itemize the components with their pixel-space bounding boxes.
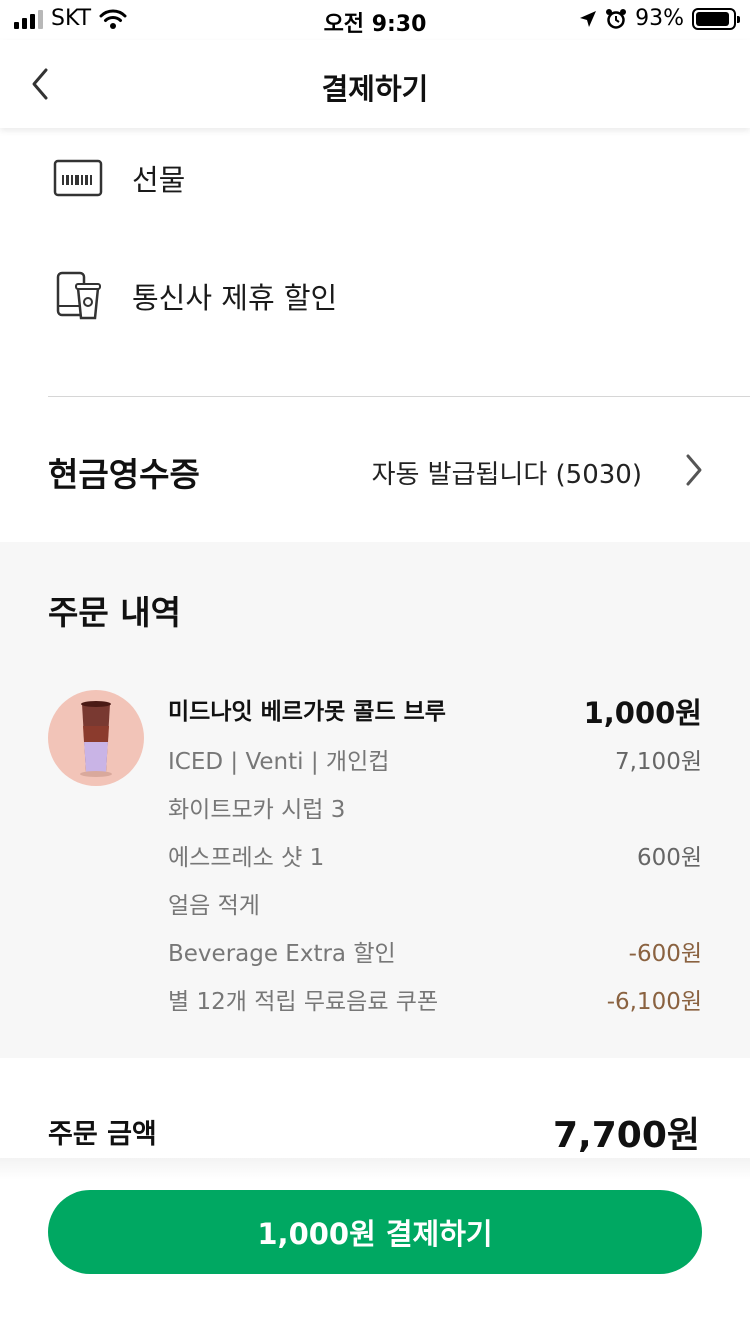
- total-label: 주문 금액: [48, 1119, 157, 1150]
- discount-amount: -600원: [628, 941, 702, 967]
- status-bar: SKT 오전 9:30 93%: [0, 0, 750, 40]
- order-section: 주문 내역 미드나잇 베르가못 콜드 브루 1,000원 ICED | Vent…: [0, 542, 750, 1058]
- alarm-icon: [606, 8, 627, 29]
- option-carrier-label: 통신사 제휴 할인: [132, 281, 338, 315]
- option-gift-label: 선물: [132, 163, 186, 197]
- detail-label: 화이트모카 시럽 3: [168, 797, 346, 823]
- pay-button[interactable]: 1,000원 결제하기: [48, 1190, 702, 1274]
- item-price: 1,000원: [583, 696, 702, 730]
- phone-cup-icon: [48, 266, 108, 326]
- drink-thumbnail: [48, 690, 144, 786]
- option-gift[interactable]: 선물: [48, 138, 708, 218]
- item-name: 미드나잇 베르가못 콜드 브루: [168, 699, 446, 725]
- option-carrier-discount[interactable]: 통신사 제휴 할인: [48, 256, 708, 336]
- order-item: 미드나잇 베르가못 콜드 브루 1,000원 ICED | Venti | 개인…: [168, 686, 702, 1022]
- page-title: 결제하기: [321, 72, 429, 106]
- detail-label: 별 12개 적립 무료음료 쿠폰: [168, 989, 439, 1015]
- nav-bar: 결제하기: [0, 40, 750, 128]
- battery-icon: [692, 7, 740, 30]
- discount-amount: -6,100원: [606, 989, 702, 1015]
- detail-label: Beverage Extra 할인: [168, 941, 396, 967]
- cash-receipt-row[interactable]: 현금영수증 자동 발급됩니다 (5030): [0, 420, 750, 520]
- detail-label: 에스프레소 샷 1: [168, 845, 325, 871]
- detail-amount: 7,100원: [614, 749, 702, 775]
- order-detail-row: 에스프레소 샷 1 600원: [168, 830, 702, 878]
- detail-label: 얼음 적게: [168, 893, 260, 919]
- divider: [48, 396, 750, 397]
- order-item-main: 미드나잇 베르가못 콜드 브루 1,000원: [168, 686, 702, 734]
- cash-receipt-value: 자동 발급됩니다 (5030): [371, 460, 642, 490]
- order-detail-row: 별 12개 적립 무료음료 쿠폰 -6,100원: [168, 974, 702, 1022]
- battery-percent: 93%: [635, 6, 684, 31]
- location-arrow-icon: [580, 10, 597, 27]
- cash-receipt-title: 현금영수증: [48, 455, 200, 494]
- detail-amount: 600원: [636, 845, 702, 871]
- order-detail-row: ICED | Venti | 개인컵 7,100원: [168, 734, 702, 782]
- order-title: 주문 내역: [48, 593, 181, 632]
- gift-card-icon: [48, 148, 108, 208]
- order-detail-row: 화이트모카 시럽 3: [168, 782, 702, 830]
- order-detail-row: 얼음 적게: [168, 878, 702, 926]
- detail-label: ICED | Venti | 개인컵: [168, 749, 390, 775]
- total-value: 7,700원: [553, 1115, 700, 1156]
- chevron-right-icon: [686, 454, 702, 486]
- order-detail-row: Beverage Extra 할인 -600원: [168, 926, 702, 974]
